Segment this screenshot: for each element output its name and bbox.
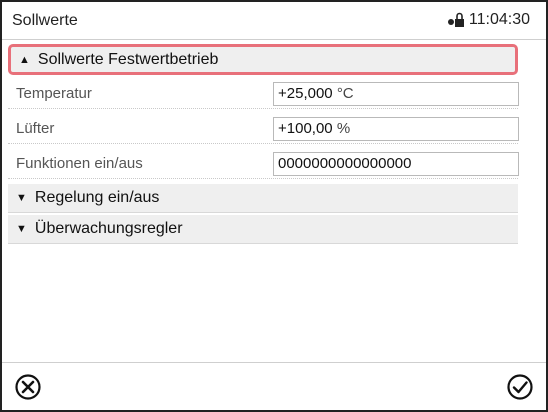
row-luefter: Lüfter +100,00 %	[8, 114, 519, 144]
section-label: Sollwerte Festwertbetrieb	[37, 50, 219, 68]
row-label: Temperatur	[16, 85, 92, 102]
field-unit: °C	[336, 85, 354, 102]
title-bar: Sollwerte 11:04:30	[2, 2, 546, 40]
row-label: Lüfter	[16, 120, 55, 137]
section-regelung[interactable]: ▼ Regelung ein/aus	[8, 184, 518, 213]
field-value: +100,00	[278, 120, 333, 137]
clock-time: 11:04:30	[468, 11, 530, 28]
cancel-circle-x-icon[interactable]	[14, 373, 42, 401]
section-label: Regelung ein/aus	[34, 189, 160, 206]
field-unit: %	[336, 120, 351, 137]
triangle-down-icon: ▼	[16, 223, 27, 235]
field-value: 0000000000000000	[278, 155, 412, 172]
section-ueberwachung[interactable]: ▼ Überwachungsregler	[8, 215, 518, 244]
temperatur-field[interactable]: +25,000 °C	[273, 82, 519, 106]
status-area: 11:04:30	[447, 11, 530, 29]
confirm-checkmark-icon[interactable]	[506, 373, 534, 401]
funktionen-field[interactable]: 0000000000000000	[273, 152, 519, 176]
lock-icon	[447, 12, 464, 27]
triangle-down-icon: ▼	[16, 192, 27, 204]
row-funktionen: Funktionen ein/aus 0000000000000000	[8, 149, 519, 179]
page-title: Sollwerte	[12, 12, 78, 29]
triangle-up-icon: ▲	[19, 53, 30, 66]
luefter-field[interactable]: +100,00 %	[273, 117, 519, 141]
section-festwert[interactable]: ▲ Sollwerte Festwertbetrieb	[8, 44, 518, 75]
row-temperatur: Temperatur +25,000 °C	[8, 79, 519, 109]
action-bar	[2, 362, 546, 410]
field-value: +25,000	[278, 85, 333, 102]
row-label: Funktionen ein/aus	[16, 155, 143, 172]
section-label: Überwachungsregler	[34, 220, 183, 237]
